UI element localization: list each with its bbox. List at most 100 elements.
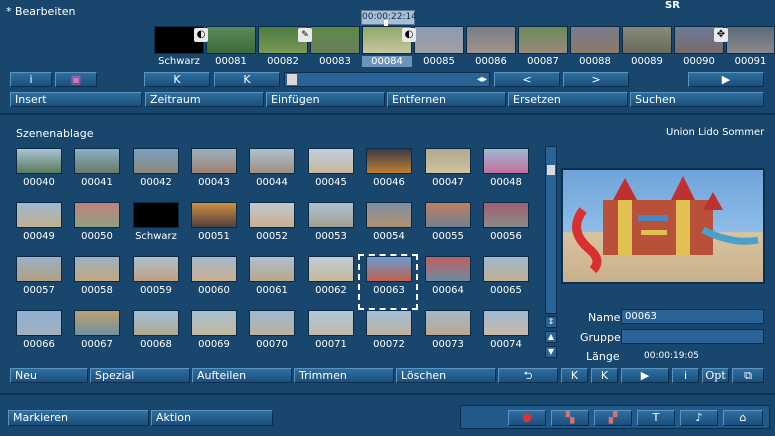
- undo-button[interactable]: ⮌: [498, 368, 558, 383]
- scene-label: 00061: [256, 285, 288, 296]
- scene-clip[interactable]: 00040: [14, 146, 72, 198]
- scene-clip[interactable]: 00044: [247, 146, 305, 198]
- bin-title: Szenenablage: [16, 127, 94, 140]
- aufteilen-button[interactable]: Aufteilen: [192, 368, 292, 383]
- einfuegen-button[interactable]: Einfügen: [266, 92, 385, 107]
- scene-clip[interactable]: 00072: [364, 308, 422, 360]
- scene-clip[interactable]: 00053: [306, 200, 364, 252]
- play-button[interactable]: ▶: [621, 368, 669, 383]
- scene-clip[interactable]: 00057: [14, 254, 72, 306]
- scene-clip[interactable]: 00066: [14, 308, 72, 360]
- timeline-scrollbar[interactable]: ◂▸: [284, 72, 490, 87]
- bin-scrollbar[interactable]: [545, 146, 557, 314]
- zeitraum-button[interactable]: Zeitraum: [145, 92, 264, 107]
- filmstrip-thumb[interactable]: [518, 26, 568, 54]
- scene-clip[interactable]: 00059: [131, 254, 189, 306]
- scene-label: 00060: [198, 285, 230, 296]
- entfernen-button[interactable]: Entfernen: [387, 92, 506, 107]
- scene-label: Schwarz: [135, 231, 177, 242]
- scene-clip[interactable]: 00071: [306, 308, 364, 360]
- prev-button[interactable]: <: [494, 72, 560, 87]
- layers-button[interactable]: ⧉: [732, 368, 764, 383]
- scene-clip[interactable]: 00060: [189, 254, 247, 306]
- scene-label: 00071: [315, 339, 347, 350]
- spezial-button[interactable]: Spezial: [90, 368, 190, 383]
- scrollbar-arrows-icon: ◂▸: [476, 74, 487, 85]
- filmstrip-thumb[interactable]: [726, 26, 775, 54]
- scene-clip[interactable]: 00061: [247, 254, 305, 306]
- scene-clip[interactable]: 00073: [423, 308, 481, 360]
- scene-clip[interactable]: 00050: [72, 200, 130, 252]
- scene-clip[interactable]: 00052: [247, 200, 305, 252]
- scene-clip[interactable]: 00058: [72, 254, 130, 306]
- filmstrip-thumb[interactable]: [206, 26, 256, 54]
- scene-clip[interactable]: 00043: [189, 146, 247, 198]
- filmstrip[interactable]: ◐ ✎ ◐ ✥ Schwarz 00081 00082 00083 00084 …: [154, 20, 775, 68]
- filmstrip-label: 00087: [527, 56, 559, 67]
- goto-end-button[interactable]: K: [591, 368, 618, 383]
- music-button[interactable]: ♪: [680, 410, 718, 426]
- scene-clip[interactable]: 00055: [423, 200, 481, 252]
- scroll-up-down-icon[interactable]: ⇕: [545, 316, 557, 328]
- filmstrip-thumb[interactable]: [466, 26, 516, 54]
- scene-clip[interactable]: 00062: [306, 254, 364, 306]
- scene-clip[interactable]: 00046: [364, 146, 422, 198]
- filmstrip-thumb[interactable]: [310, 26, 360, 54]
- scrollbar-thumb[interactable]: [547, 165, 555, 175]
- info-button[interactable]: i: [672, 368, 699, 383]
- scene-clip[interactable]: 00074: [481, 308, 539, 360]
- scene-clip[interactable]: 00068: [131, 308, 189, 360]
- trimmen-button[interactable]: Trimmen: [294, 368, 394, 383]
- neu-button[interactable]: Neu: [10, 368, 88, 383]
- scene-clip[interactable]: 00042: [131, 146, 189, 198]
- record-button[interactable]: ●: [508, 410, 546, 426]
- scene-clip[interactable]: 00041: [72, 146, 130, 198]
- play-button[interactable]: ▶: [688, 72, 764, 87]
- suchen-button[interactable]: Suchen: [630, 92, 764, 107]
- scrollbar-thumb[interactable]: [287, 74, 297, 85]
- home-button[interactable]: ⌂: [723, 410, 763, 426]
- ersetzen-button[interactable]: Ersetzen: [508, 92, 628, 107]
- home-icon: ⌂: [739, 411, 747, 424]
- scene-clip[interactable]: 00065: [481, 254, 539, 306]
- playhead-marker[interactable]: [384, 20, 388, 26]
- scene-clip[interactable]: 00064: [423, 254, 481, 306]
- insert-button[interactable]: Insert: [10, 92, 142, 107]
- scene-clip-black[interactable]: Schwarz: [131, 200, 189, 252]
- loeschen-button[interactable]: Löschen: [396, 368, 496, 383]
- scroll-down-icon[interactable]: ▼: [545, 346, 557, 358]
- scene-clip[interactable]: 00056: [481, 200, 539, 252]
- transitions-button[interactable]: ▞: [594, 410, 632, 426]
- gruppe-field[interactable]: [621, 329, 764, 344]
- scene-clip[interactable]: 00051: [189, 200, 247, 252]
- info-button[interactable]: i: [10, 72, 52, 87]
- scroll-up-icon[interactable]: ▲: [545, 331, 557, 343]
- filmstrip-thumb[interactable]: [570, 26, 620, 54]
- name-field[interactable]: 00063: [621, 309, 764, 324]
- scene-clip[interactable]: 00054: [364, 200, 422, 252]
- options-button[interactable]: Opt: [702, 368, 729, 383]
- effect-icon: ◐: [402, 28, 416, 42]
- picture-icon: ▣: [70, 73, 82, 86]
- scene-clip[interactable]: 00069: [189, 308, 247, 360]
- next-button[interactable]: >: [563, 72, 629, 87]
- goto-start-button[interactable]: K: [561, 368, 588, 383]
- markieren-button[interactable]: Markieren: [8, 410, 149, 426]
- filmstrip-thumb[interactable]: [622, 26, 672, 54]
- aktion-button[interactable]: Aktion: [151, 410, 273, 426]
- scene-clip[interactable]: 00070: [247, 308, 305, 360]
- scene-clip[interactable]: 00067: [72, 308, 130, 360]
- scene-label: 00049: [23, 231, 55, 242]
- filmstrip-thumb[interactable]: [414, 26, 464, 54]
- effects-button[interactable]: ▚: [551, 410, 589, 426]
- goto-end-button[interactable]: K: [214, 72, 280, 87]
- scene-label: 00045: [315, 177, 347, 188]
- scene-clip[interactable]: 00048: [481, 146, 539, 198]
- scene-clip[interactable]: 00045: [306, 146, 364, 198]
- scene-clip[interactable]: 00047: [423, 146, 481, 198]
- title-button[interactable]: T: [637, 410, 675, 426]
- scene-clip[interactable]: 00049: [14, 200, 72, 252]
- goto-start-button[interactable]: K: [144, 72, 210, 87]
- transition-icon: ✎: [298, 28, 312, 42]
- picture-button[interactable]: ▣: [55, 72, 97, 87]
